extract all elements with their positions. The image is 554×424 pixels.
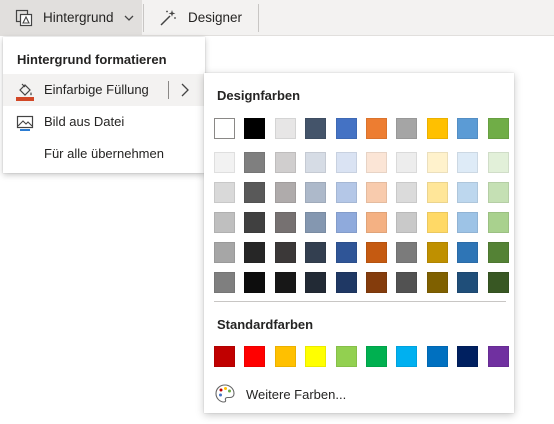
design-color-swatch[interactable]	[305, 182, 326, 203]
design-color-swatch[interactable]	[457, 242, 478, 263]
standard-color-swatch[interactable]	[275, 346, 296, 367]
designer-wand-icon	[158, 8, 178, 28]
design-color-swatch[interactable]	[427, 272, 448, 293]
design-color-swatch[interactable]	[457, 272, 478, 293]
background-format-menu: Hintergrund formatieren Einfarbige Füllu…	[3, 37, 205, 173]
design-color-swatch[interactable]	[488, 212, 509, 233]
design-color-swatch[interactable]	[244, 118, 265, 139]
standard-color-swatch[interactable]	[305, 346, 326, 367]
design-color-swatch[interactable]	[214, 242, 235, 263]
more-colors-button[interactable]: Weitere Farben...	[214, 383, 346, 405]
design-color-swatch[interactable]	[396, 118, 417, 139]
design-color-swatch[interactable]	[366, 182, 387, 203]
menu-item-label: Für alle übernehmen	[44, 146, 164, 161]
toolbar-divider	[143, 4, 144, 32]
design-color-swatch[interactable]	[336, 118, 357, 139]
design-color-swatch[interactable]	[244, 152, 265, 173]
design-color-swatch[interactable]	[244, 272, 265, 293]
design-color-swatch[interactable]	[336, 272, 357, 293]
standard-color-swatch[interactable]	[214, 346, 235, 367]
menu-item-picture-from-file[interactable]: Bild aus Datei	[3, 106, 205, 138]
design-color-swatch[interactable]	[396, 182, 417, 203]
background-button-label: Hintergrund	[43, 10, 114, 25]
menu-item-label: Einfarbige Füllung	[44, 82, 149, 97]
design-color-swatch[interactable]	[396, 242, 417, 263]
design-color-swatch[interactable]	[275, 118, 296, 139]
standard-color-swatch[interactable]	[396, 346, 417, 367]
picture-icon	[15, 113, 35, 133]
design-color-swatch[interactable]	[305, 212, 326, 233]
design-color-swatch[interactable]	[214, 118, 235, 139]
design-color-swatch[interactable]	[214, 212, 235, 233]
design-color-swatch[interactable]	[427, 242, 448, 263]
design-color-swatch[interactable]	[457, 212, 478, 233]
more-colors-label: Weitere Farben...	[246, 386, 347, 402]
designer-button[interactable]: Designer	[150, 0, 260, 36]
chevron-right-icon[interactable]	[179, 82, 191, 98]
standard-color-swatch[interactable]	[366, 346, 387, 367]
design-color-swatch[interactable]	[366, 152, 387, 173]
design-color-swatch[interactable]	[366, 242, 387, 263]
design-color-swatch[interactable]	[305, 242, 326, 263]
background-button[interactable]: Hintergrund	[0, 0, 142, 36]
design-color-swatch[interactable]	[488, 118, 509, 139]
menu-item-solid-fill[interactable]: Einfarbige Füllung	[3, 74, 205, 106]
design-color-swatch[interactable]	[396, 272, 417, 293]
color-palette-panel: Designfarben Standardfarben Weitere Farb…	[204, 73, 514, 413]
menu-heading: Hintergrund formatieren	[17, 52, 167, 67]
design-color-swatch[interactable]	[244, 242, 265, 263]
design-color-swatch[interactable]	[488, 272, 509, 293]
color-palette-icon	[214, 383, 236, 405]
design-color-swatch[interactable]	[427, 182, 448, 203]
design-color-swatch[interactable]	[275, 152, 296, 173]
toolbar-divider	[258, 4, 259, 32]
design-color-swatch[interactable]	[427, 212, 448, 233]
standard-color-swatch[interactable]	[427, 346, 448, 367]
design-color-swatch[interactable]	[427, 118, 448, 139]
standard-color-swatch[interactable]	[244, 346, 265, 367]
design-color-swatch[interactable]	[336, 182, 357, 203]
format-background-icon	[14, 8, 34, 28]
design-color-swatch[interactable]	[488, 242, 509, 263]
design-color-swatch[interactable]	[336, 152, 357, 173]
design-color-swatch[interactable]	[457, 118, 478, 139]
design-color-swatch[interactable]	[336, 212, 357, 233]
designer-button-label: Designer	[188, 10, 243, 25]
design-color-swatch[interactable]	[275, 212, 296, 233]
design-color-swatch[interactable]	[457, 152, 478, 173]
design-color-swatch[interactable]	[305, 152, 326, 173]
standard-color-swatch[interactable]	[336, 346, 357, 367]
paint-bucket-icon	[15, 81, 35, 101]
design-color-swatch[interactable]	[488, 152, 509, 173]
design-color-swatch[interactable]	[244, 212, 265, 233]
palette-divider	[214, 301, 506, 302]
toolbar: Hintergrund Designer	[0, 0, 554, 36]
design-color-swatch[interactable]	[305, 272, 326, 293]
standard-color-swatch[interactable]	[488, 346, 509, 367]
design-color-swatch[interactable]	[244, 182, 265, 203]
design-color-swatch[interactable]	[214, 272, 235, 293]
design-color-swatch[interactable]	[396, 212, 417, 233]
design-color-swatch[interactable]	[275, 272, 296, 293]
menu-item-label: Bild aus Datei	[44, 114, 125, 129]
design-color-swatch[interactable]	[305, 118, 326, 139]
design-color-swatch[interactable]	[336, 242, 357, 263]
design-color-swatch[interactable]	[488, 182, 509, 203]
submenu-divider	[168, 81, 169, 99]
chevron-down-icon	[123, 12, 135, 24]
design-color-swatch[interactable]	[457, 182, 478, 203]
design-color-swatch[interactable]	[275, 182, 296, 203]
standard-color-swatch[interactable]	[457, 346, 478, 367]
design-color-swatch[interactable]	[427, 152, 448, 173]
design-color-swatch[interactable]	[214, 152, 235, 173]
design-color-swatch[interactable]	[366, 118, 387, 139]
menu-item-apply-to-all[interactable]: Für alle übernehmen	[3, 138, 205, 170]
standard-colors-heading: Standardfarben	[217, 317, 314, 332]
design-color-swatch[interactable]	[396, 152, 417, 173]
design-color-swatch[interactable]	[275, 242, 296, 263]
design-colors-heading: Designfarben	[217, 88, 301, 103]
design-color-swatch[interactable]	[366, 212, 387, 233]
design-color-swatch[interactable]	[214, 182, 235, 203]
design-color-swatch[interactable]	[366, 272, 387, 293]
